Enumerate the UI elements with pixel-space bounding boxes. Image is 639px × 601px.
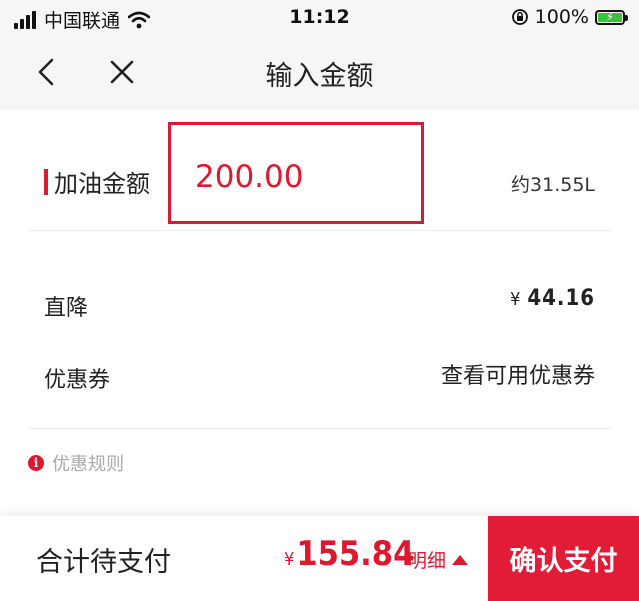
discount-label: 直降 <box>44 296 89 321</box>
page-title: 输入金额 <box>265 61 374 92</box>
detail-toggle[interactable]: 明细 <box>408 546 469 573</box>
accent-bar <box>44 168 48 195</box>
orientation-lock-icon <box>511 9 528 25</box>
amount-row: 加油金额 约31.55L <box>28 118 611 231</box>
nav-bar: 输入金额 <box>0 36 639 110</box>
discount-row: 直降 ¥44.16 <box>44 284 595 324</box>
caret-up-icon <box>452 554 469 565</box>
amount-input-box[interactable] <box>168 122 424 224</box>
discount-rules-link[interactable]: i 优惠规则 <box>28 450 124 476</box>
battery-percent: 100% <box>534 6 589 28</box>
bottom-bar: 合计待支付 ¥155.84 明细 确认支付 <box>0 516 639 601</box>
discount-value: ¥44.16 <box>510 286 595 311</box>
status-bar: 中国联通 11:12 100% ⚡ <box>0 0 639 36</box>
bolt-icon: ⚡ <box>605 9 615 24</box>
discount-list: 直降 ¥44.16 优惠券 查看可用优惠券 <box>28 252 611 429</box>
total-value: 155.84 <box>296 534 415 574</box>
coupon-row[interactable]: 优惠券 查看可用优惠券 <box>44 356 595 396</box>
top-bar: 中国联通 11:12 100% ⚡ 输入金额 <box>0 0 639 110</box>
info-icon: i <box>28 455 44 471</box>
battery-charging-icon: ⚡ <box>595 9 628 25</box>
total-currency: ¥ <box>284 549 295 570</box>
estimated-litres: 约31.55L <box>511 174 595 196</box>
amount-label: 加油金额 <box>44 164 150 199</box>
total-label: 合计待支付 <box>36 547 171 578</box>
coupon-label: 优惠券 <box>44 368 111 393</box>
amount-label-text: 加油金额 <box>54 170 150 198</box>
total-amount: ¥155.84 <box>284 534 414 574</box>
discount-amount: 44.16 <box>527 286 595 311</box>
rules-label: 优惠规则 <box>52 454 124 475</box>
confirm-pay-button[interactable]: 确认支付 <box>488 516 639 601</box>
detail-label: 明细 <box>408 550 447 572</box>
amount-input[interactable] <box>195 159 405 195</box>
discount-currency: ¥ <box>510 289 522 310</box>
status-right: 100% ⚡ <box>511 6 628 28</box>
view-coupons-link[interactable]: 查看可用优惠券 <box>441 358 595 390</box>
